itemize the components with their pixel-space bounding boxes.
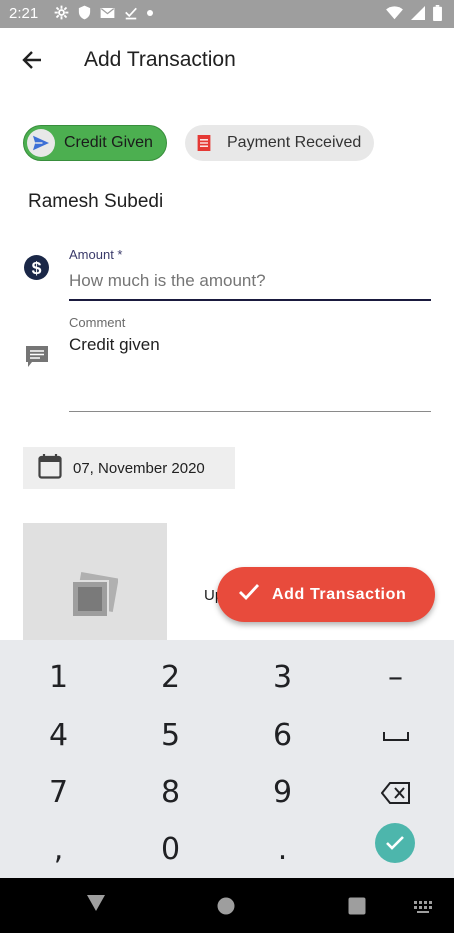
wifi-icon	[386, 6, 403, 20]
keyboard-switch-icon[interactable]	[414, 900, 432, 918]
mail-icon	[100, 7, 115, 19]
calendar-icon	[38, 453, 62, 484]
comment-field[interactable]: Credit given	[69, 335, 160, 355]
key-period[interactable]: .	[226, 821, 339, 878]
receipt-icon	[192, 131, 216, 155]
back-button[interactable]	[14, 42, 50, 78]
photo-upload-box[interactable]	[23, 523, 167, 640]
add-transaction-label: Add Transaction	[272, 585, 407, 603]
key-1[interactable]: 1	[2, 649, 115, 706]
app-bar: Add Transaction	[0, 28, 454, 92]
send-icon	[27, 129, 55, 157]
check-icon	[238, 583, 260, 606]
payment-received-label: Payment Received	[227, 134, 362, 151]
key-9[interactable]: 9	[226, 764, 339, 821]
comment-icon	[25, 345, 49, 374]
page-title: Add Transaction	[84, 48, 236, 71]
check-icon	[386, 836, 404, 850]
status-bar: 2:21	[0, 0, 454, 28]
back-nav-icon[interactable]	[86, 894, 106, 917]
settings-icon	[54, 5, 69, 20]
arrow-back-icon	[22, 51, 41, 69]
payment-received-chip[interactable]: Payment Received	[185, 125, 374, 161]
numeric-keyboard: 1 2 3 – 4 5 6 7 8 9 , 0 .	[0, 640, 454, 878]
battery-icon	[433, 5, 442, 21]
dollar-icon: $	[24, 255, 49, 285]
add-transaction-button[interactable]: Add Transaction	[217, 567, 435, 622]
credit-given-chip[interactable]: Credit Given	[23, 125, 167, 161]
key-4[interactable]: 4	[2, 707, 115, 764]
amount-underline	[69, 299, 431, 301]
customer-name: Ramesh Subedi	[28, 191, 164, 212]
key-comma[interactable]: ,	[2, 821, 115, 878]
backspace-icon	[380, 781, 410, 804]
date-value: 07, November 2020	[73, 459, 205, 477]
key-5[interactable]: 5	[114, 707, 227, 764]
date-picker-button[interactable]: 07, November 2020	[23, 447, 235, 489]
key-backspace[interactable]	[339, 764, 452, 821]
svg-text:$: $	[32, 258, 42, 278]
space-icon	[382, 731, 409, 741]
comment-underline	[69, 411, 431, 412]
key-2[interactable]: 2	[114, 649, 227, 706]
recents-nav-icon[interactable]	[348, 897, 366, 920]
key-0[interactable]: 0	[114, 821, 227, 878]
signal-icon	[411, 6, 425, 20]
home-nav-icon[interactable]	[217, 897, 235, 920]
status-icons-right	[386, 5, 442, 21]
key-8[interactable]: 8	[114, 764, 227, 821]
shield-icon	[78, 5, 91, 20]
key-space[interactable]	[339, 707, 452, 764]
photo-library-icon	[71, 571, 118, 618]
keyboard-done-button[interactable]	[375, 823, 415, 863]
key-minus[interactable]: –	[339, 649, 452, 706]
key-6[interactable]: 6	[226, 707, 339, 764]
status-time: 2:21	[9, 5, 39, 22]
key-3[interactable]: 3	[226, 649, 339, 706]
credit-given-label: Credit Given	[64, 134, 153, 151]
navigation-bar	[0, 878, 454, 933]
download-done-icon	[124, 6, 138, 20]
key-7[interactable]: 7	[2, 764, 115, 821]
status-icons-left	[54, 5, 153, 20]
dot-icon	[147, 9, 153, 16]
comment-label: Comment	[69, 315, 126, 330]
amount-label: Amount *	[69, 247, 123, 262]
amount-input[interactable]	[69, 264, 430, 298]
